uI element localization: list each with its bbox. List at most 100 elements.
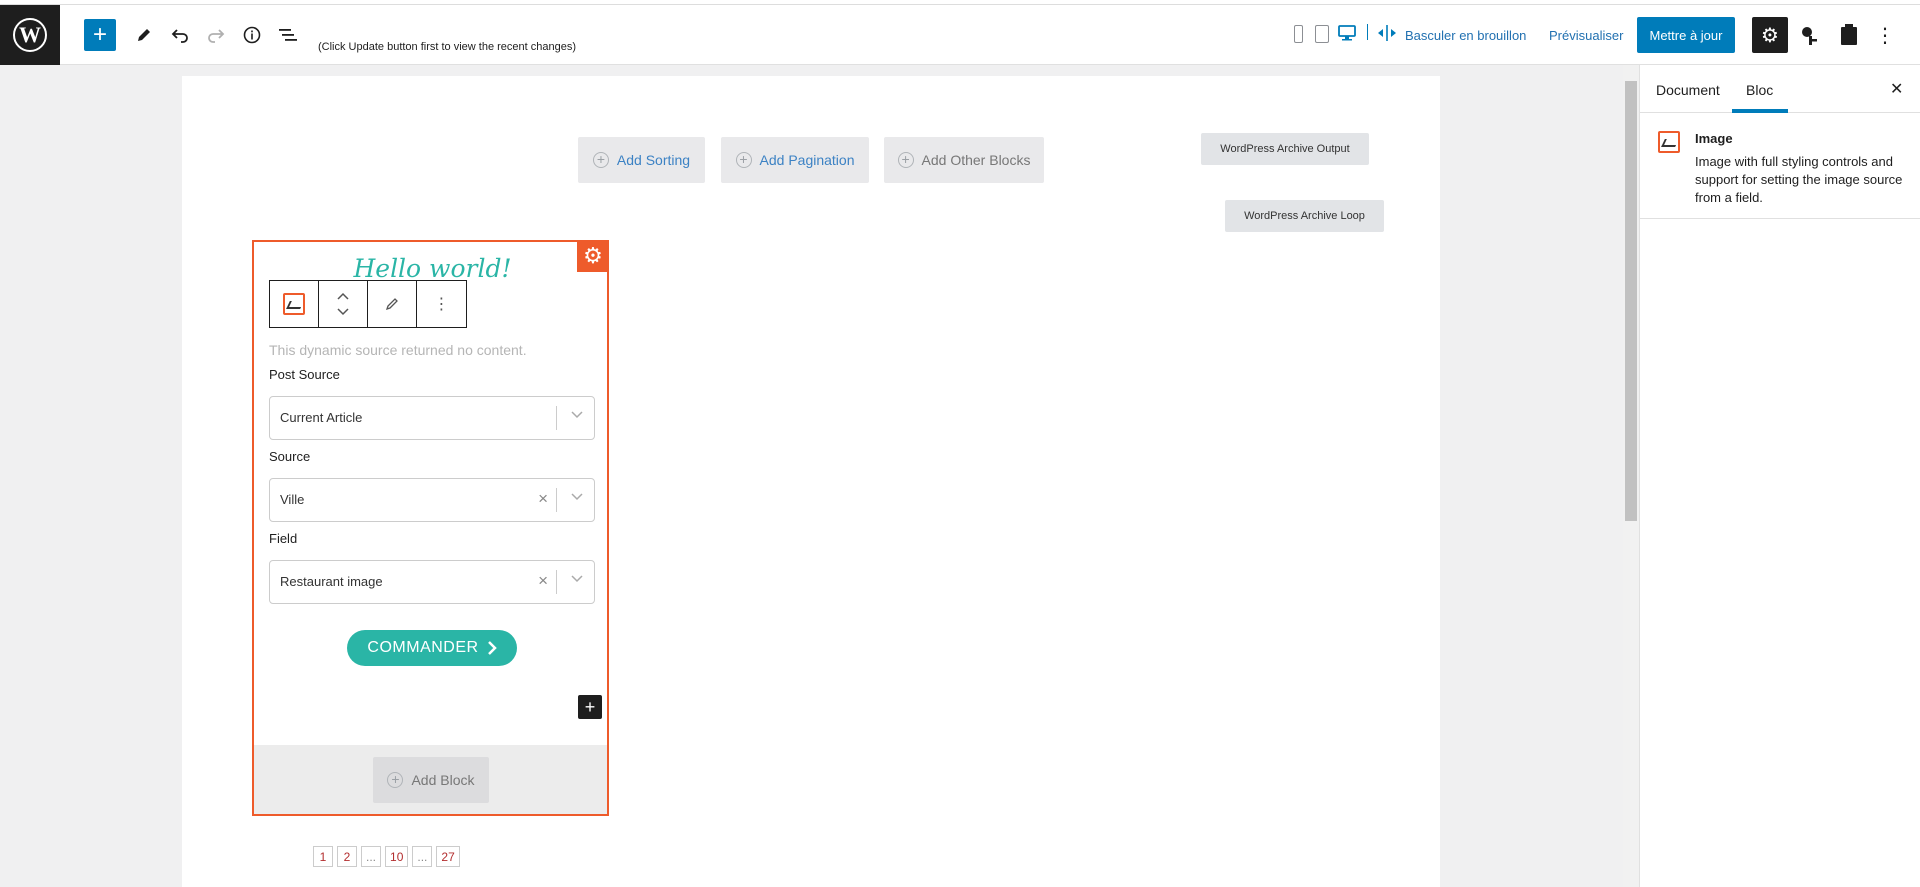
settings-button[interactable]: ⚙ — [1752, 17, 1788, 53]
move-arrows-icon — [337, 292, 349, 316]
clear-icon[interactable]: × — [538, 489, 548, 509]
clear-icon[interactable]: × — [538, 571, 548, 591]
move-block-button[interactable] — [319, 281, 368, 327]
settings-sidebar: Document Bloc ✕ Image Image with full st… — [1639, 65, 1920, 887]
wordpress-logo-button[interactable]: W — [0, 5, 60, 65]
tablet-preview-icon[interactable] — [1315, 25, 1329, 43]
clipboard-icon — [1841, 24, 1857, 45]
sidebar-tabs: Document Bloc ✕ — [1640, 65, 1920, 113]
page-link[interactable]: 10 — [385, 846, 409, 867]
commander-button[interactable]: COMMANDER — [347, 630, 517, 666]
switch-to-draft-link[interactable]: Basculer en brouillon — [1405, 28, 1526, 43]
redo-button[interactable] — [200, 19, 232, 51]
list-view-button[interactable] — [272, 19, 304, 51]
archive-output-tag[interactable]: WordPress Archive Output — [1201, 133, 1369, 165]
page-link[interactable]: 27 — [436, 846, 460, 867]
plus-circle-icon: + — [735, 152, 752, 168]
split-view-button[interactable] — [1376, 22, 1398, 44]
page-ellipsis: ... — [361, 846, 382, 867]
tab-block[interactable]: Bloc — [1746, 82, 1773, 98]
select-separator — [556, 488, 557, 512]
block-description: Image with full styling controls and sup… — [1695, 154, 1903, 205]
list-view-icon — [279, 29, 297, 41]
canvas-scrollbar[interactable] — [1623, 65, 1639, 887]
post-source-label: Post Source — [269, 367, 340, 382]
desktop-icon — [1338, 25, 1356, 41]
undo-button[interactable] — [164, 19, 196, 51]
edit-block-button[interactable] — [368, 281, 417, 327]
card-footer: + Add Block — [254, 745, 607, 814]
preview-link[interactable]: Prévisualiser — [1549, 28, 1623, 43]
archive-loop-tag[interactable]: WordPress Archive Loop — [1225, 200, 1384, 232]
add-other-blocks-label: Add Other Blocks — [921, 152, 1031, 168]
plugin-button[interactable] — [1834, 19, 1864, 51]
image-icon — [283, 293, 305, 315]
edit-tools-button[interactable] — [128, 19, 160, 51]
plus-circle-icon: + — [387, 772, 404, 788]
add-pagination-label: Add Pagination — [759, 152, 855, 168]
block-inserter-button[interactable]: + — [84, 19, 116, 51]
select-separator — [556, 570, 557, 594]
select-separator — [556, 406, 557, 430]
block-icon — [1658, 131, 1680, 153]
pencil-icon — [385, 298, 398, 311]
more-options-button[interactable]: ⋮ — [1870, 19, 1900, 51]
block-card: Image Image with full styling controls a… — [1640, 113, 1920, 219]
page-link[interactable]: 1 — [313, 846, 333, 867]
toolset-button[interactable] — [1795, 19, 1825, 51]
header-strip — [0, 0, 1920, 5]
wordpress-icon: W — [13, 18, 47, 52]
update-button[interactable]: Mettre à jour — [1637, 17, 1735, 53]
field-select[interactable]: Restaurant image × — [269, 560, 595, 604]
add-pagination-button[interactable]: + Add Pagination — [721, 137, 869, 183]
update-note: (Click Update button first to view the r… — [318, 41, 577, 53]
chevron-down-icon — [571, 493, 583, 501]
block-type-button[interactable] — [270, 281, 319, 327]
pencil-icon — [138, 29, 150, 41]
pagination: 1 2 ... 10 ... 27 — [313, 846, 460, 867]
chevron-right-icon — [487, 641, 497, 655]
page-link[interactable]: 2 — [337, 846, 357, 867]
inner-block-inserter-button[interactable]: + — [578, 695, 602, 719]
block-toolbar: ⋮ — [269, 280, 467, 328]
loop-item-block[interactable]: ⚙ Hello world! ⋮ This dynamic source ret… — [252, 240, 609, 816]
key-user-icon — [1802, 27, 1817, 45]
plus-circle-icon: + — [592, 152, 609, 168]
mobile-preview-icon[interactable] — [1294, 25, 1303, 43]
redo-icon — [208, 29, 225, 43]
details-button[interactable] — [236, 19, 268, 51]
gear-icon: ⚙ — [1761, 24, 1779, 47]
plus-circle-icon: + — [897, 152, 914, 168]
commander-label: COMMANDER — [367, 639, 479, 656]
desktop-preview-button[interactable] — [1336, 22, 1358, 44]
tab-document[interactable]: Document — [1656, 82, 1720, 98]
block-title: Image — [1695, 131, 1733, 146]
source-label: Source — [269, 449, 311, 464]
no-content-message: This dynamic source returned no content. — [269, 342, 527, 358]
add-other-blocks-button[interactable]: + Add Other Blocks — [884, 137, 1044, 183]
page-ellipsis: ... — [412, 846, 433, 867]
add-block-label: Add Block — [411, 772, 475, 788]
kebab-menu-icon: ⋮ — [1875, 24, 1895, 47]
source-select[interactable]: Ville × — [269, 478, 595, 522]
post-source-select[interactable]: Current Article — [269, 396, 595, 440]
toolbar-divider — [1367, 24, 1368, 40]
chevron-down-icon — [571, 411, 583, 419]
scrollbar-thumb[interactable] — [1625, 81, 1637, 521]
info-icon — [243, 26, 261, 44]
heading-text: Hello world! — [353, 254, 512, 283]
add-sorting-button[interactable]: + Add Sorting — [578, 137, 705, 183]
source-value: Ville — [280, 492, 305, 507]
kebab-menu-icon: ⋮ — [433, 296, 450, 313]
block-options-button[interactable]: ⋮ — [417, 281, 466, 327]
image-icon — [1658, 131, 1680, 153]
editor-header: W + (Click Update button first to view t… — [0, 0, 1920, 65]
add-block-button[interactable]: + Add Block — [373, 757, 489, 803]
chevron-down-icon — [571, 575, 583, 583]
add-sorting-label: Add Sorting — [616, 152, 691, 168]
close-icon[interactable]: ✕ — [1890, 79, 1903, 99]
field-value: Restaurant image — [280, 574, 383, 589]
undo-icon — [171, 29, 188, 43]
split-view-icon — [1378, 25, 1396, 41]
post-source-value: Current Article — [280, 410, 363, 425]
